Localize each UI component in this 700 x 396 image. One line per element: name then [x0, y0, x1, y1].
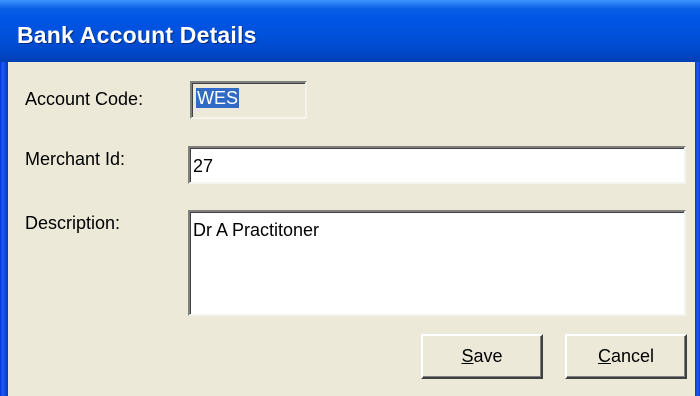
description-label: Description:: [25, 213, 121, 233]
merchant-id-label: Merchant Id:: [25, 149, 126, 169]
cancel-accelerator: C: [597, 346, 611, 366]
save-button[interactable]: Save: [421, 334, 543, 379]
save-accelerator: S: [461, 346, 474, 366]
window-frame-right: [695, 62, 700, 396]
bank-account-dialog: Bank Account Details Account Code: WES M…: [0, 0, 700, 396]
merchant-id-field[interactable]: 27: [188, 146, 686, 184]
account-code-value: WES: [196, 88, 240, 108]
window-frame-left: [0, 62, 8, 396]
account-code-label: Account Code:: [25, 89, 144, 109]
cancel-label-rest: ancel: [610, 346, 655, 366]
merchant-id-value: 27: [193, 156, 214, 176]
title-bar[interactable]: Bank Account Details: [0, 0, 700, 62]
cancel-button[interactable]: Cancel: [565, 334, 687, 379]
window-title: Bank Account Details: [17, 22, 257, 48]
save-label-rest: ave: [473, 346, 503, 366]
account-code-field[interactable]: WES: [190, 81, 307, 119]
description-field[interactable]: Dr A Practitoner: [188, 210, 686, 316]
description-value: Dr A Practitoner: [193, 220, 320, 240]
